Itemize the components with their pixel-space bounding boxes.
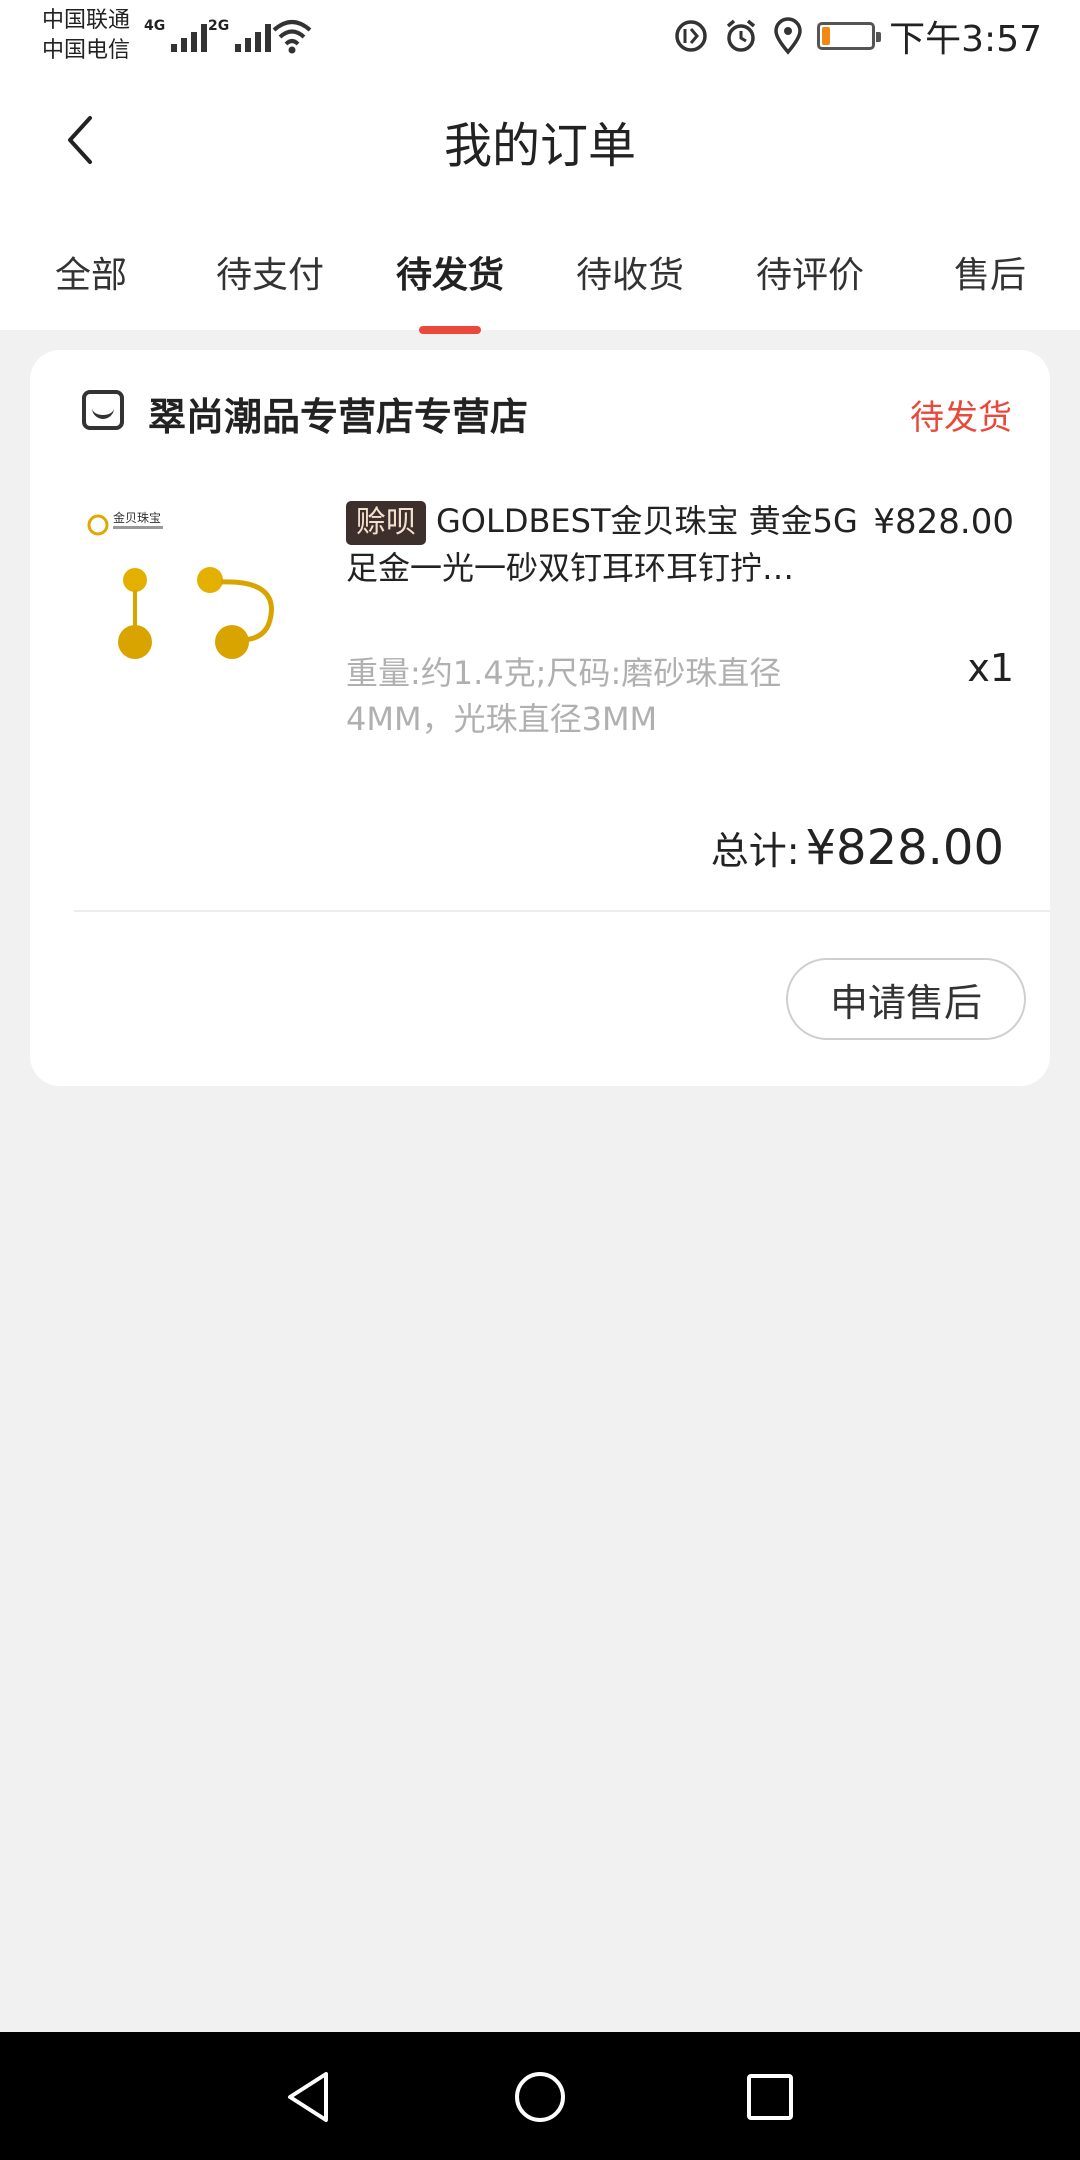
- page-title: 我的订单: [443, 118, 636, 174]
- system-nav-bar: [0, 2032, 1080, 2160]
- tab-pending-review[interactable]: 待评价: [745, 246, 875, 298]
- signal-4g-icon: 4G: [144, 18, 208, 52]
- carrier-1: 中国联通: [42, 8, 131, 33]
- signal-2g-icon: 2G: [208, 18, 272, 52]
- app-header: 我的订单: [0, 72, 1080, 202]
- order-status: 待发货: [910, 398, 1012, 438]
- product-price: ¥828.00: [873, 502, 1014, 542]
- tab-after-sales[interactable]: 售后: [925, 246, 1055, 298]
- tab-all[interactable]: 全部: [26, 246, 156, 298]
- active-tab-indicator: [419, 326, 481, 334]
- credit-tag: 赊呗: [346, 501, 426, 545]
- total-label: 总计:: [710, 829, 800, 873]
- order-tabs: 全部 待支付 待发货 待收货 待评价 售后: [0, 202, 1080, 330]
- divider: [74, 910, 1050, 912]
- nav-back-icon[interactable]: [274, 2062, 344, 2132]
- wifi-icon: [272, 20, 312, 54]
- alarm-icon: [727, 19, 756, 52]
- order-card[interactable]: 翠尚潮品专营店专营店 待发货 金贝珠宝 赊呗 GOLDBEST金贝珠宝 黄金5G足…: [30, 350, 1050, 1086]
- product-title[interactable]: 赊呗 GOLDBEST金贝珠宝 黄金5G足金一光一砂双钉耳环耳钉拧…: [346, 498, 866, 590]
- nav-home-icon[interactable]: [505, 2062, 575, 2132]
- product-image[interactable]: 金贝珠宝: [80, 490, 330, 740]
- shop-icon: [82, 390, 124, 430]
- tab-pending-payment[interactable]: 待支付: [205, 246, 335, 298]
- carrier-info: 中国联通 中国电信: [42, 6, 130, 66]
- tab-pending-shipment[interactable]: 待发货: [385, 246, 515, 298]
- carrier-2: 中国电信: [42, 38, 131, 63]
- tab-pending-receipt[interactable]: 待收货: [565, 246, 695, 298]
- status-bar: 中国联通 中国电信 4G 2G 下午3:57: [0, 0, 1080, 72]
- order-total: 总计: ¥828.00: [711, 820, 1004, 876]
- apply-after-sales-button[interactable]: 申请售后: [786, 958, 1026, 1040]
- product-spec: 重量:约1.4克;尺码:磨砂珠直径4MM，光珠直径3MM: [346, 654, 782, 738]
- battery-icon: [817, 22, 882, 50]
- data-saver-icon: [675, 20, 707, 52]
- brand-logo: 金贝珠宝: [113, 510, 161, 525]
- shop-name[interactable]: 翠尚潮品专营店专营店: [148, 386, 528, 441]
- status-time: 下午3:57: [889, 19, 1042, 60]
- nav-recents-icon[interactable]: [735, 2062, 805, 2132]
- product-quantity: x1: [967, 646, 1014, 690]
- location-icon: [774, 17, 802, 55]
- total-value: ¥828.00: [805, 820, 1005, 876]
- earring-image: 金贝珠宝: [87, 510, 274, 659]
